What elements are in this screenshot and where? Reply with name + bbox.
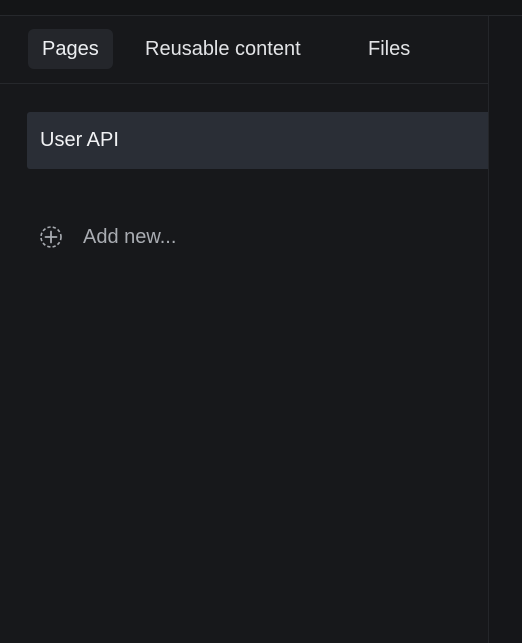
sidebar-tabbar: Pages Reusable content Files	[0, 16, 488, 84]
tab-reusable-content[interactable]: Reusable content	[131, 29, 315, 69]
app-window: Pages Reusable content Files User API Ad…	[0, 0, 522, 643]
content-sidebar: Pages Reusable content Files User API Ad…	[0, 16, 488, 643]
add-new-label: Add new...	[83, 225, 177, 248]
add-new-button[interactable]: Add new...	[38, 219, 176, 255]
page-item-user-api[interactable]: User API	[27, 112, 488, 169]
top-toolbar-strip	[0, 0, 522, 16]
add-circle-icon	[38, 224, 64, 250]
page-item-label: User API	[40, 129, 119, 151]
tab-files[interactable]: Files	[354, 29, 424, 69]
tab-pages[interactable]: Pages	[28, 29, 113, 69]
editor-pane	[489, 16, 522, 643]
